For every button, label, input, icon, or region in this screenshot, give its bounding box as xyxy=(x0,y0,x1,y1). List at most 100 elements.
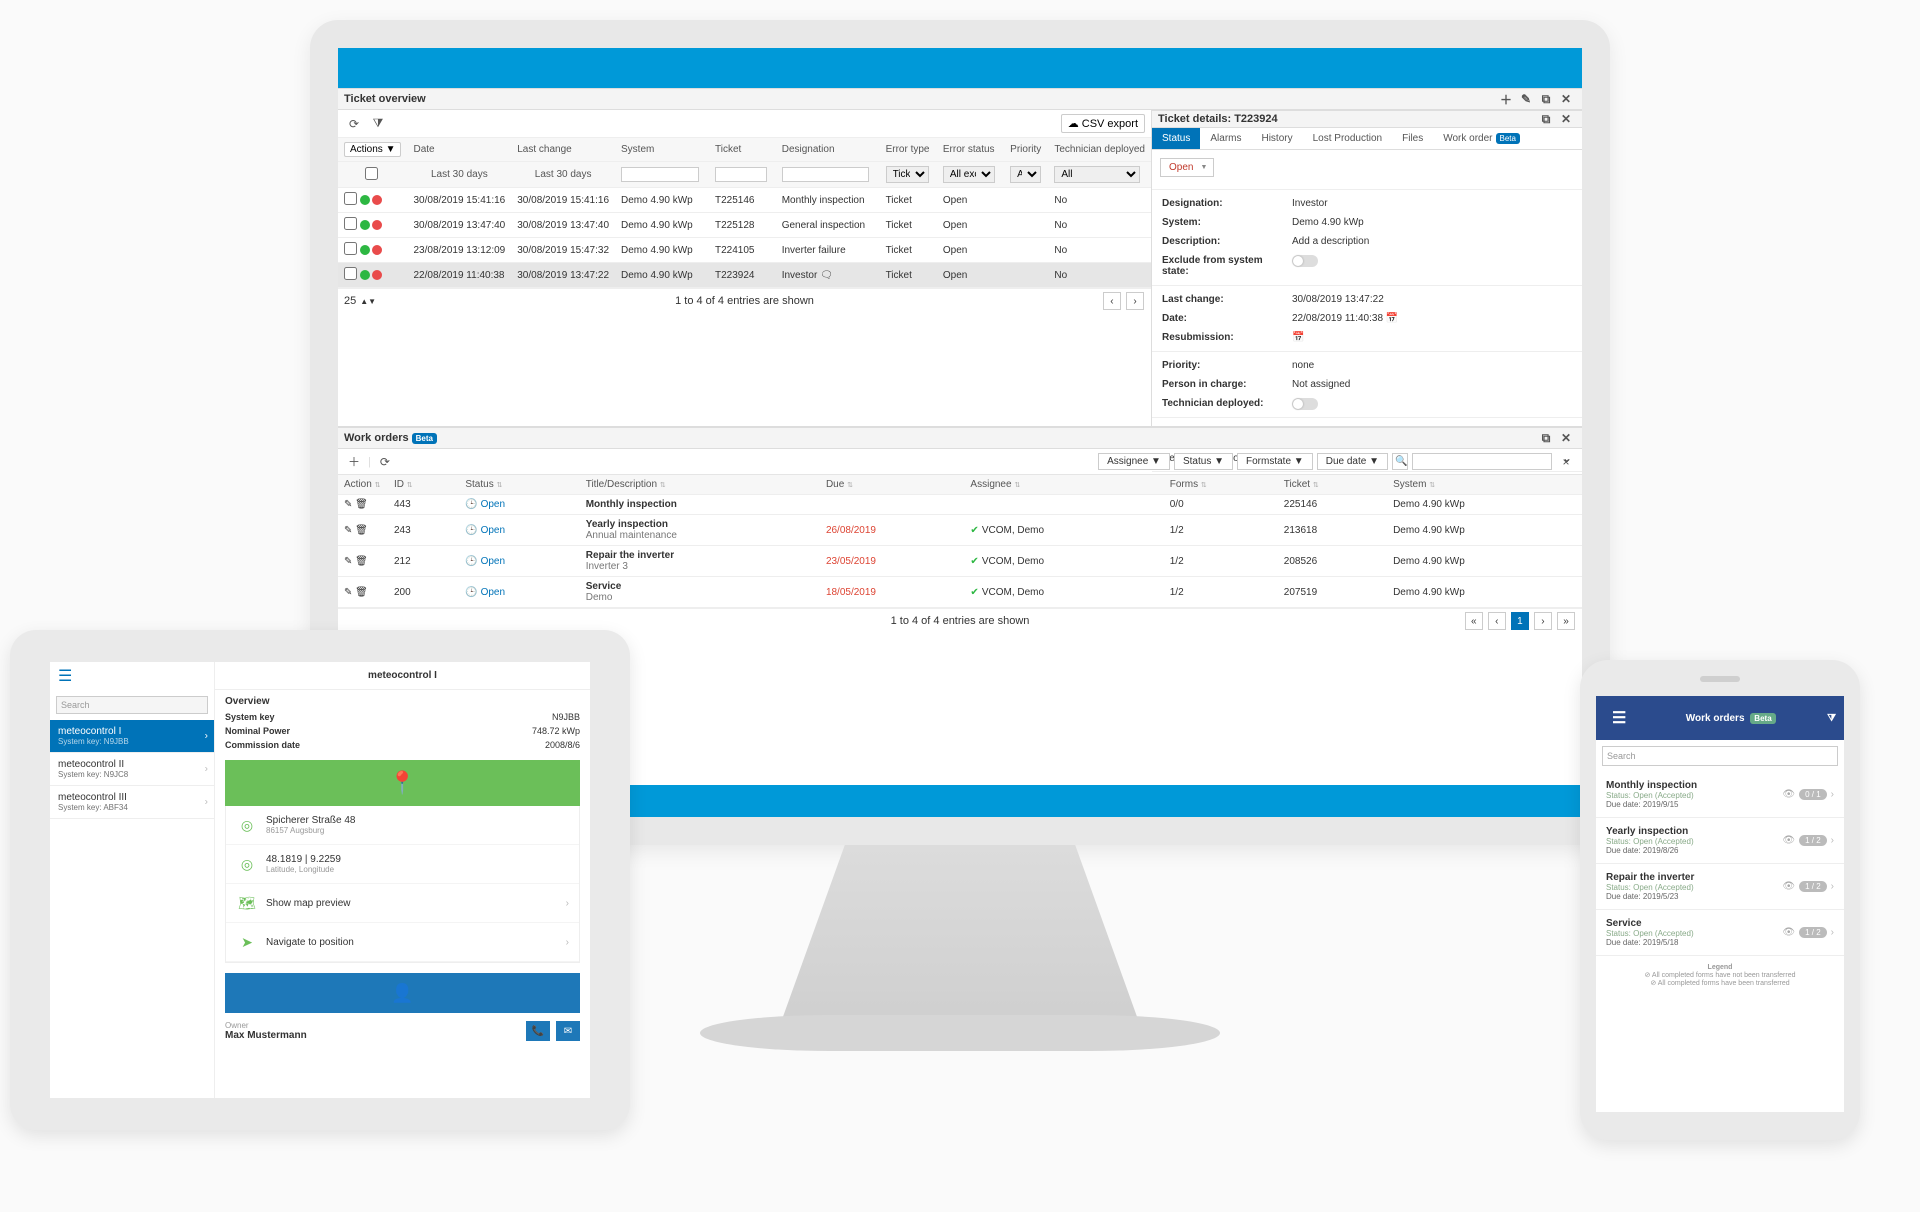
address-row[interactable]: ◎Spicherer Straße 4886157 Augsburg xyxy=(226,806,579,845)
table-row[interactable]: ✎ 🗑 212🕒 Open Repair the inverterInverte… xyxy=(338,546,1582,577)
tab-history[interactable]: History xyxy=(1251,128,1302,149)
edit-icon[interactable]: ✎ xyxy=(344,556,352,567)
filter-system[interactable] xyxy=(621,167,699,182)
close-icon[interactable]: ✕ xyxy=(1558,430,1574,446)
table-row[interactable]: ✎ 🗑 200🕒 Open ServiceDemo 18/05/2019 ✔VC… xyxy=(338,577,1582,608)
tab-files[interactable]: Files xyxy=(1392,128,1433,149)
popout-icon[interactable]: ⧉ xyxy=(1538,111,1554,127)
filter-tech[interactable]: All xyxy=(1054,166,1140,183)
tab-status[interactable]: Status xyxy=(1152,128,1200,149)
filter-formstate[interactable]: Formstate ▼ xyxy=(1237,453,1313,470)
phone-button[interactable]: 📞 xyxy=(526,1021,550,1041)
col-id[interactable]: ID ⇅ xyxy=(388,475,459,495)
status-dropdown[interactable]: Open xyxy=(1160,158,1214,177)
pager-last[interactable]: » xyxy=(1557,612,1575,630)
filter-duedate[interactable]: Due date ▼ xyxy=(1317,453,1388,470)
delete-dot-icon[interactable] xyxy=(372,245,382,255)
hamburger-icon[interactable]: ☰ xyxy=(50,662,214,690)
coords-row[interactable]: ◎48.1819 | 9.2259Latitude, Longitude xyxy=(226,845,579,884)
csv-export-button[interactable]: ☁ CSV export xyxy=(1061,114,1145,133)
col-forms[interactable]: Forms ⇅ xyxy=(1164,475,1278,495)
col-ticket[interactable]: Ticket xyxy=(709,138,776,162)
table-row[interactable]: 22/08/2019 11:40:3830/08/2019 13:47:22De… xyxy=(338,263,1151,288)
edit-icon[interactable]: ✎ xyxy=(344,525,352,536)
pager-first[interactable]: « xyxy=(1465,612,1483,630)
col-tech[interactable]: Technician deployed xyxy=(1048,138,1151,162)
delete-dot-icon[interactable] xyxy=(372,270,382,280)
sidebar-item[interactable]: meteocontrol IISystem key: N9JC8› xyxy=(50,753,214,786)
col-priority[interactable]: Priority xyxy=(1004,138,1048,162)
location-bar[interactable]: 📍 xyxy=(225,760,580,806)
row-checkbox[interactable] xyxy=(344,217,357,230)
col-action[interactable]: Action ⇅ xyxy=(338,475,388,495)
tab-work-order[interactable]: Work orderBeta xyxy=(1433,128,1530,149)
filter-icon[interactable]: ⧩ xyxy=(370,116,386,132)
col-system[interactable]: System xyxy=(615,138,709,162)
filter-designation[interactable] xyxy=(782,167,869,182)
priority-link[interactable]: none xyxy=(1292,360,1572,371)
table-row[interactable]: 30/08/2019 13:47:4030/08/2019 13:47:40De… xyxy=(338,213,1151,238)
select-all-checkbox[interactable] xyxy=(344,167,399,180)
filter-ticket[interactable] xyxy=(715,167,767,182)
filter-icon[interactable]: ⧩ xyxy=(1827,713,1836,724)
table-row[interactable]: 30/08/2019 15:41:1630/08/2019 15:41:16De… xyxy=(338,188,1151,213)
actions-dropdown[interactable]: Actions ▼ xyxy=(344,142,401,157)
pager-prev[interactable]: ‹ xyxy=(1103,292,1121,310)
filter-lastchange[interactable]: Last 30 days xyxy=(517,169,609,180)
row-checkbox[interactable] xyxy=(344,267,357,280)
tablet-search-input[interactable] xyxy=(56,696,208,714)
filter-assignee[interactable]: Assignee ▼ xyxy=(1098,453,1170,470)
filter-status[interactable]: Status ▼ xyxy=(1174,453,1233,470)
pager-next[interactable]: › xyxy=(1534,612,1552,630)
col-date[interactable]: Date xyxy=(407,138,511,162)
tech-toggle[interactable] xyxy=(1292,398,1318,410)
col-designation[interactable]: Designation xyxy=(776,138,880,162)
delete-icon[interactable]: 🗑 xyxy=(355,587,368,598)
edit-icon[interactable]: ✎ xyxy=(344,499,352,510)
delete-icon[interactable]: 🗑 xyxy=(355,525,368,536)
row-checkbox[interactable] xyxy=(344,192,357,205)
table-row[interactable]: ✎ 🗑 243🕒 Open Yearly inspectionAnnual ma… xyxy=(338,515,1582,546)
col-status[interactable]: Status ⇅ xyxy=(459,475,579,495)
contact-bar[interactable]: 👤 xyxy=(225,973,580,1013)
delete-dot-icon[interactable] xyxy=(372,195,382,205)
filter-date[interactable]: Last 30 days xyxy=(413,169,505,180)
delete-dot-icon[interactable] xyxy=(372,220,382,230)
list-item[interactable]: Yearly inspectionStatus: Open (Accepted)… xyxy=(1596,818,1844,864)
col-system[interactable]: System ⇅ xyxy=(1387,475,1582,495)
phone-search-input[interactable] xyxy=(1602,746,1838,766)
search-icon[interactable]: 🔍 xyxy=(1392,453,1408,470)
sidebar-item[interactable]: meteocontrol IIISystem key: ABF34› xyxy=(50,786,214,819)
list-item[interactable]: Monthly inspectionStatus: Open (Accepted… xyxy=(1596,772,1844,818)
wo-search-input[interactable] xyxy=(1412,453,1552,470)
table-row[interactable]: 23/08/2019 13:12:0930/08/2019 15:47:32De… xyxy=(338,238,1151,263)
col-lastchange[interactable]: Last change xyxy=(511,138,615,162)
tool-icon[interactable]: ✎ xyxy=(1518,91,1534,107)
navigate-row[interactable]: ➤Navigate to position› xyxy=(226,923,579,962)
edit-icon[interactable]: ✎ xyxy=(344,587,352,598)
pager-page-1[interactable]: 1 xyxy=(1511,612,1529,630)
row-checkbox[interactable] xyxy=(344,242,357,255)
col-errorstatus[interactable]: Error status xyxy=(937,138,1004,162)
close-icon[interactable]: ✕ xyxy=(1558,91,1574,107)
delete-icon[interactable]: 🗑 xyxy=(355,499,368,510)
close-icon[interactable]: ✕ xyxy=(1558,111,1574,127)
filter-errortype[interactable]: Ticket xyxy=(886,166,929,183)
filter-errorstatus[interactable]: All except t xyxy=(943,166,996,183)
show-map-row[interactable]: 🗺Show map preview› xyxy=(226,884,579,923)
tab-alarms[interactable]: Alarms xyxy=(1200,128,1251,149)
calendar-icon[interactable]: 📅 xyxy=(1292,332,1304,343)
hamburger-icon[interactable]: ☰ xyxy=(1604,704,1634,732)
refresh-icon[interactable]: ⟳ xyxy=(377,454,393,470)
page-size[interactable]: 25 xyxy=(344,295,356,307)
filter-priority[interactable]: All xyxy=(1010,166,1041,183)
list-item[interactable]: Repair the inverterStatus: Open (Accepte… xyxy=(1596,864,1844,910)
add-icon[interactable]: ＋ xyxy=(346,454,362,470)
popout-icon[interactable]: ⧉ xyxy=(1538,91,1554,107)
sidebar-item[interactable]: meteocontrol ISystem key: N9JBB› xyxy=(50,720,214,753)
add-icon[interactable]: ＋ xyxy=(1498,91,1514,107)
col-errortype[interactable]: Error type xyxy=(880,138,937,162)
exclude-toggle[interactable] xyxy=(1292,255,1318,267)
tab-lost-production[interactable]: Lost Production xyxy=(1303,128,1393,149)
popout-icon[interactable]: ⧉ xyxy=(1538,430,1554,446)
